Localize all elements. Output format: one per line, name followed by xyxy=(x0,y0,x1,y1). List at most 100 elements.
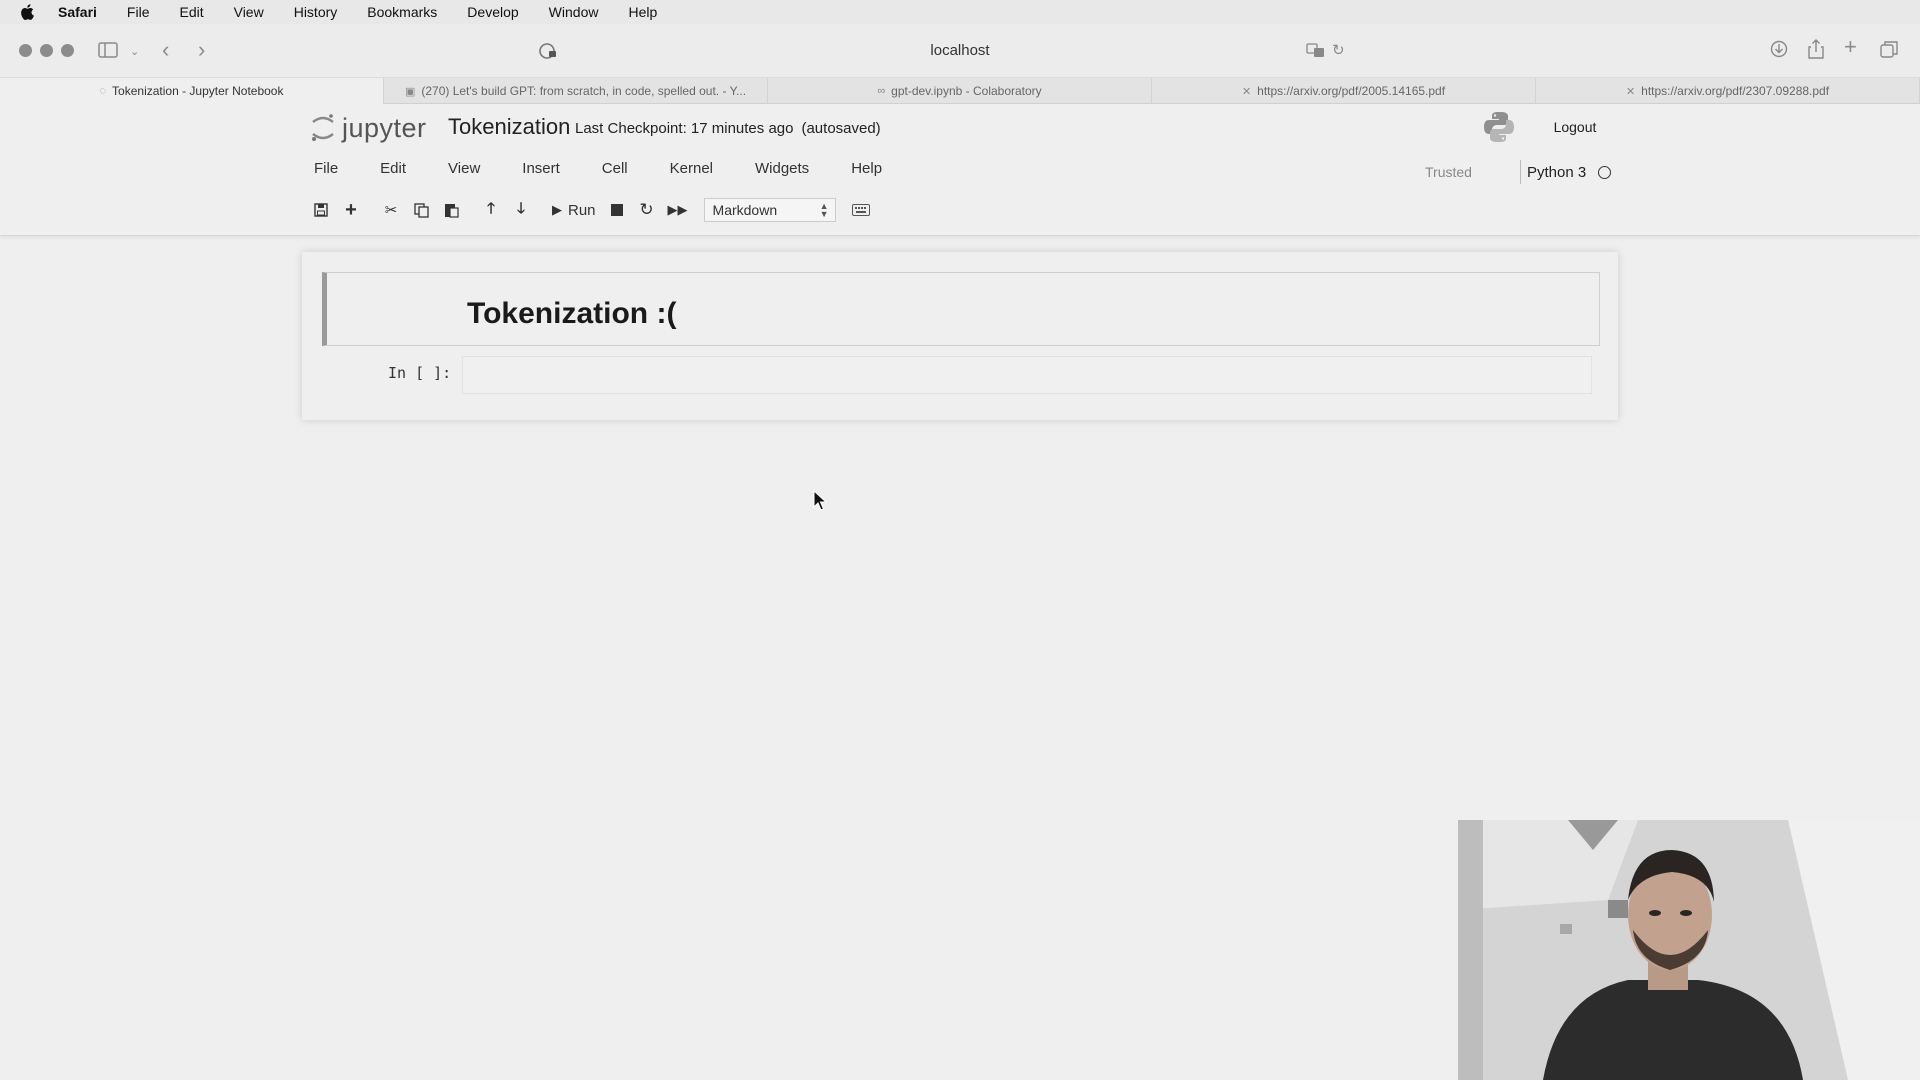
tab-arxiv-2307[interactable]: ✕ https://arxiv.org/pdf/2307.09288.pdf xyxy=(1536,78,1920,104)
jupyter-menu-bar: File Edit View Insert Cell Kernel Widget… xyxy=(310,156,920,181)
autosaved-text: (autosaved) xyxy=(801,120,881,137)
sidebar-toggle-icon[interactable] xyxy=(98,42,118,61)
kernel-idle-status-icon xyxy=(1598,165,1612,179)
logout-button[interactable]: Logout xyxy=(1540,112,1610,142)
copy-cell-button[interactable] xyxy=(406,196,436,224)
arrow-up-icon: 🡑 xyxy=(487,199,495,217)
restart-icon: ↻ xyxy=(639,200,654,219)
menu-window[interactable]: Window xyxy=(549,4,599,20)
arxiv-icon: ✕ xyxy=(1241,85,1252,98)
jupyter-logo[interactable]: jupyter xyxy=(310,112,427,144)
scissors-icon: ✂ xyxy=(384,202,398,219)
jupyter-menu-kernel[interactable]: Kernel xyxy=(666,156,717,181)
menu-edit[interactable]: Edit xyxy=(179,4,203,20)
window-controls xyxy=(19,44,74,57)
move-cell-down-button[interactable]: 🡓 xyxy=(506,196,536,224)
new-tab-plus-icon[interactable]: + xyxy=(1844,36,1857,58)
cell-type-value: Markdown xyxy=(712,202,778,218)
macos-menu-bar: Safari File Edit View History Bookmarks … xyxy=(0,0,1920,24)
run-button[interactable]: ▶ Run xyxy=(546,196,602,224)
zoom-window-button[interactable] xyxy=(61,44,74,57)
menu-bookmarks[interactable]: Bookmarks xyxy=(367,4,437,20)
jupyter-menu-edit[interactable]: Edit xyxy=(376,156,410,181)
kernel-indicator: Python 3 xyxy=(1520,160,1612,184)
back-arrow-icon[interactable]: ‹ xyxy=(162,39,169,61)
webcam-video-overlay xyxy=(1458,820,1920,1080)
menu-safari[interactable]: Safari xyxy=(58,4,97,20)
menu-view[interactable]: View xyxy=(234,4,264,20)
stop-icon xyxy=(610,204,623,216)
jupyter-toolbar: + ✂ 🡑 🡓 ▶ Run ↻ ▶▶ Markdown ▲ ▼ xyxy=(306,196,876,224)
move-cell-up-button[interactable]: 🡑 xyxy=(476,196,506,224)
restart-kernel-button[interactable]: ↻ xyxy=(632,196,662,224)
jupyter-menu-help[interactable]: Help xyxy=(847,156,886,181)
play-icon: ▶ xyxy=(552,202,562,217)
colab-icon: ∞ xyxy=(877,85,886,97)
share-icon[interactable] xyxy=(1808,39,1824,62)
command-palette-button[interactable] xyxy=(846,196,876,224)
plus-icon: + xyxy=(345,198,357,221)
copy-icon xyxy=(413,202,429,218)
run-label: Run xyxy=(568,201,596,219)
jupyter-menu-widgets[interactable]: Widgets xyxy=(751,156,813,181)
menu-develop[interactable]: Develop xyxy=(467,4,518,20)
cell-type-select[interactable]: Markdown ▲ ▼ xyxy=(703,198,836,222)
menu-file[interactable]: File xyxy=(127,4,150,20)
tab-label: https://arxiv.org/pdf/2005.14165.pdf xyxy=(1257,84,1446,98)
downloads-icon[interactable] xyxy=(1770,40,1788,61)
trusted-indicator[interactable]: Trusted xyxy=(1425,164,1472,180)
tab-jupyter-notebook[interactable]: ◌ Tokenization - Jupyter Notebook xyxy=(0,78,384,104)
tab-colab[interactable]: ∞ gpt-dev.ipynb - Colaboratory xyxy=(768,78,1152,104)
youtube-icon: ▣ xyxy=(404,85,416,98)
python-logo-icon xyxy=(1482,110,1516,149)
address-bar[interactable]: localhost xyxy=(800,42,1120,59)
checkpoint-status: Last Checkpoint: 17 minutes ago (autosave… xyxy=(575,120,881,137)
save-icon xyxy=(314,203,328,217)
sidebar-dropdown-chevron-icon[interactable]: ⌄ xyxy=(130,43,139,61)
select-arrows-icon: ▲ ▼ xyxy=(819,201,829,219)
code-cell-input[interactable] xyxy=(462,356,1592,394)
jupyter-menu-file[interactable]: File xyxy=(310,156,342,181)
save-button[interactable] xyxy=(306,196,336,224)
browser-tab-bar: ◌ Tokenization - Jupyter Notebook ▣ (270… xyxy=(0,78,1920,104)
tab-label: (270) Let's build GPT: from scratch, in … xyxy=(421,84,747,98)
tab-youtube[interactable]: ▣ (270) Let's build GPT: from scratch, i… xyxy=(384,78,768,104)
forward-arrow-icon[interactable]: › xyxy=(198,39,205,61)
markdown-cell[interactable]: Tokenization :( xyxy=(322,272,1600,346)
menu-history[interactable]: History xyxy=(294,4,338,20)
notebook-title[interactable]: Tokenization xyxy=(448,114,570,140)
cut-cell-button[interactable]: ✂ xyxy=(376,196,406,224)
arrow-down-icon: 🡓 xyxy=(517,199,525,217)
jupyter-menu-insert[interactable]: Insert xyxy=(518,156,564,181)
interrupt-kernel-button[interactable] xyxy=(602,196,632,224)
tab-arxiv-2005[interactable]: ✕ https://arxiv.org/pdf/2005.14165.pdf xyxy=(1152,78,1536,104)
safari-toolbar: ⌄ ‹ › localhost ↻ + xyxy=(0,24,1920,78)
keyboard-icon xyxy=(851,204,870,216)
tab-label: Tokenization - Jupyter Notebook xyxy=(112,84,284,98)
jupyter-menu-cell[interactable]: Cell xyxy=(598,156,632,181)
apple-logo-icon[interactable] xyxy=(20,4,36,20)
paste-cell-button[interactable] xyxy=(436,196,466,224)
translate-icon[interactable] xyxy=(1306,42,1326,62)
last-checkpoint-text: Last Checkpoint: 17 minutes ago xyxy=(575,120,794,137)
loading-icon: ◌ xyxy=(99,85,107,97)
notebook-container: Tokenization :( In [ ]: xyxy=(302,252,1618,420)
kernel-name: Python 3 xyxy=(1527,163,1587,181)
jupyter-menu-view[interactable]: View xyxy=(444,156,484,181)
close-window-button[interactable] xyxy=(19,44,32,57)
insert-cell-below-button[interactable]: + xyxy=(336,196,366,224)
reload-icon[interactable]: ↻ xyxy=(1332,42,1345,60)
jupyter-header: jupyter Tokenization Last Checkpoint: 17… xyxy=(0,104,1920,236)
tab-label: gpt-dev.ipynb - Colaboratory xyxy=(891,84,1042,98)
mouse-pointer-icon xyxy=(813,489,828,517)
paste-icon xyxy=(444,204,459,218)
menu-help[interactable]: Help xyxy=(628,4,657,20)
privacy-report-shield-icon[interactable] xyxy=(538,42,558,63)
fast-forward-icon: ▶▶ xyxy=(667,202,688,217)
jupyter-logo-text: jupyter xyxy=(342,112,427,143)
code-cell[interactable]: In [ ]: xyxy=(322,354,1600,398)
arxiv-icon: ✕ xyxy=(1625,85,1636,98)
restart-run-all-button[interactable]: ▶▶ xyxy=(662,196,694,224)
tab-overview-icon[interactable] xyxy=(1880,40,1898,61)
minimize-window-button[interactable] xyxy=(40,44,53,57)
